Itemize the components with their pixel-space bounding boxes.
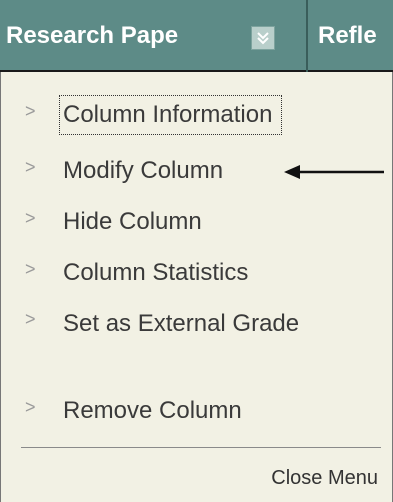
- menu-item-label: Column Information: [58, 95, 283, 135]
- chevron-right-icon: >: [25, 397, 36, 417]
- menu-item-label: Hide Column: [63, 208, 202, 235]
- column-divider: [306, 0, 308, 72]
- close-menu-link[interactable]: Close Menu: [271, 467, 378, 490]
- menu-item-label: Set as External Grade: [63, 310, 300, 337]
- column-header-research-paper[interactable]: Research Pape: [6, 0, 242, 72]
- chevron-right-icon: >: [25, 101, 36, 121]
- double-chevron-down-icon: [257, 32, 269, 45]
- chevron-right-icon: >: [25, 309, 36, 329]
- menu-item-label: Remove Column: [63, 397, 242, 424]
- menu-separator: [21, 447, 381, 448]
- chevron-right-icon: >: [25, 208, 36, 228]
- column-menu-toggle[interactable]: [251, 26, 275, 50]
- arrow-left-icon: [284, 165, 384, 179]
- column-header-reflection[interactable]: Refle: [318, 0, 393, 72]
- menu-item-label: Column Statistics: [63, 259, 249, 286]
- column-context-menu: > Column Information > Modify Column > H…: [0, 72, 393, 502]
- gradebook-header: Research Pape Refle: [0, 0, 393, 72]
- menu-item-label: Modify Column: [63, 157, 224, 184]
- chevron-right-icon: >: [25, 157, 36, 177]
- chevron-right-icon: >: [25, 259, 36, 279]
